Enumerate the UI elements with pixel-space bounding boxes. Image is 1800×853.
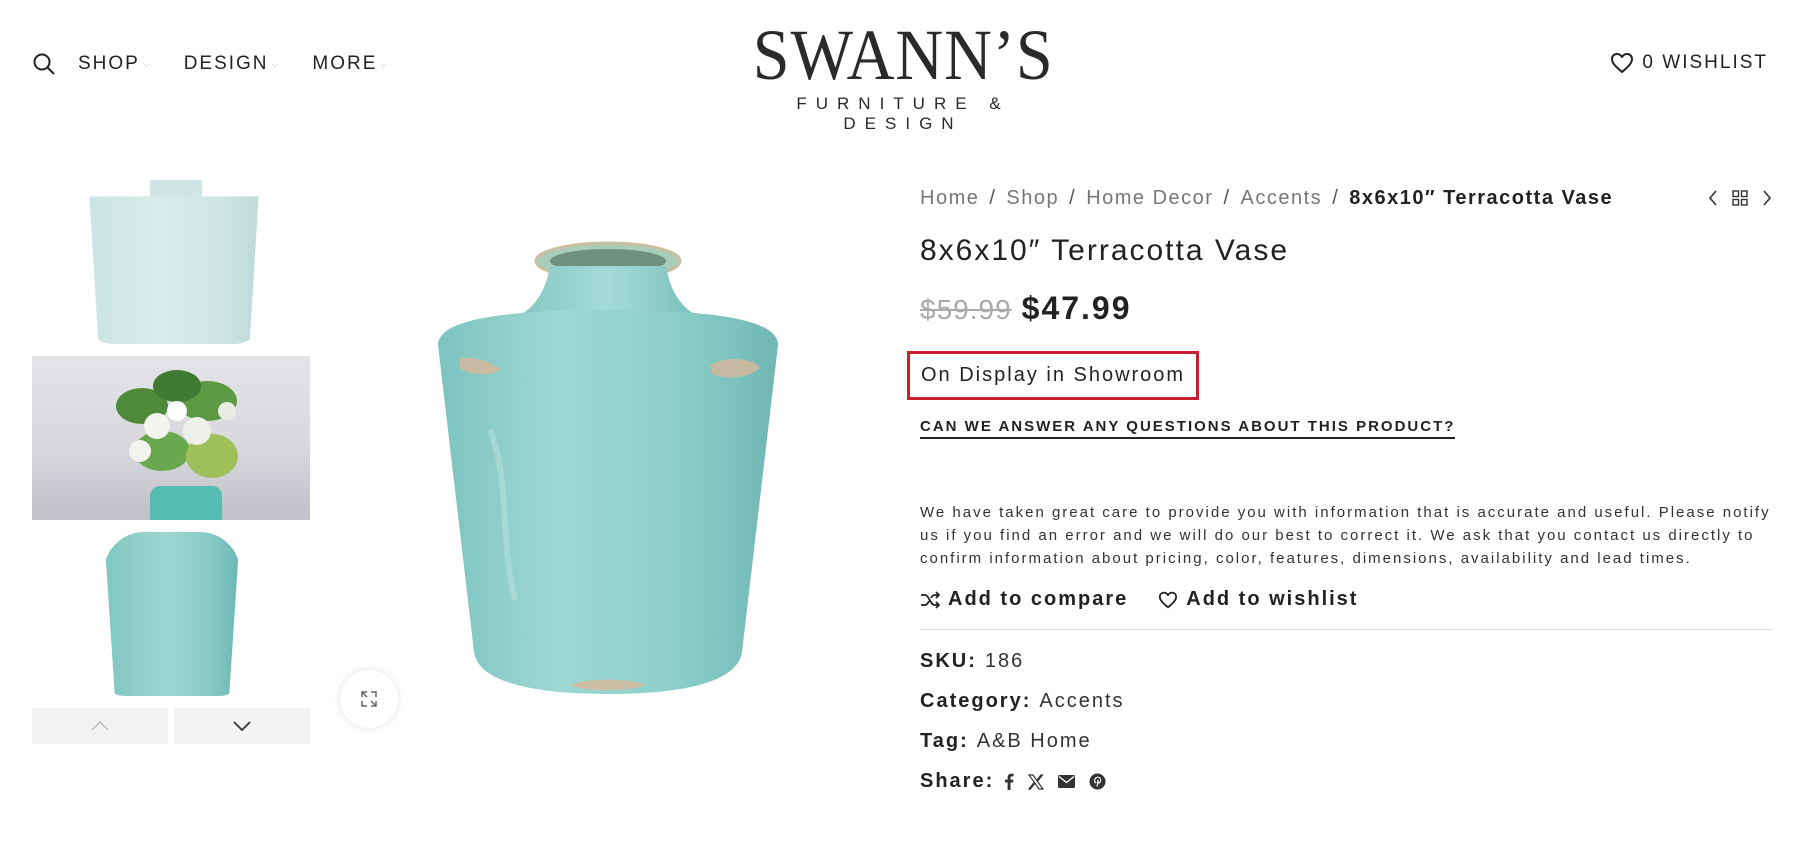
breadcrumb-accents[interactable]: Accents <box>1241 187 1323 210</box>
thumbnail-vase-dark[interactable] <box>32 532 310 696</box>
product-actions: Add to compare Add to wishlist <box>920 588 1772 630</box>
shuffle-icon <box>921 590 940 609</box>
logo-tagline: FURNITURE & DESIGN <box>796 94 1010 133</box>
main-nav: SHOP ⌵ DESIGN ⌵ MORE ⌵ <box>32 52 421 76</box>
breadcrumb-separator: / <box>1223 186 1231 209</box>
product-navigation <box>1708 190 1772 206</box>
breadcrumb-separator: / <box>1332 186 1340 209</box>
breadcrumb-current: 8x6x10″ Terracotta Vase <box>1349 186 1614 209</box>
chevron-left-icon <box>1708 190 1717 206</box>
availability-badge: On Display in Showroom <box>907 351 1200 400</box>
nav-design-label: DESIGN <box>183 53 269 74</box>
share-label: Share: <box>920 770 995 792</box>
site-logo[interactable]: SWANN’S FURNITURE & DESIGN <box>740 15 1060 134</box>
original-price: $59.99 <box>920 294 1012 325</box>
vase-image <box>438 241 778 694</box>
thumb-teal-vase <box>150 486 222 520</box>
sku-label: SKU: <box>920 650 977 672</box>
thumb-vase-body <box>104 532 240 696</box>
next-product-button[interactable] <box>1762 190 1772 206</box>
thumb-next-button[interactable] <box>174 708 310 744</box>
add-to-compare-button[interactable]: Add to compare <box>920 588 1128 611</box>
tag-row: Tag: A&B Home <box>920 730 1772 753</box>
tag-link[interactable]: A&B Home <box>977 730 1092 753</box>
product-meta: SKU: 186 Category: Accents Tag: A&B Home… <box>920 650 1772 793</box>
sku-value: 186 <box>984 650 1025 672</box>
category-row: Category: Accents <box>920 690 1772 713</box>
ask-question-link[interactable]: CAN WE ANSWER ANY QUESTIONS ABOUT THIS P… <box>920 418 1456 439</box>
breadcrumb-home[interactable]: Home <box>920 187 979 210</box>
add-to-wishlist-button[interactable]: Add to wishlist <box>1158 588 1358 611</box>
grid-icon <box>1732 190 1748 206</box>
chevron-up-icon <box>91 721 109 731</box>
breadcrumb-separator: / <box>1069 186 1077 209</box>
breadcrumb: Home / Shop / Home Decor / Accents / 8x6… <box>920 187 1613 210</box>
category-link[interactable]: Accents <box>1039 690 1124 713</box>
prev-product-button[interactable] <box>1708 190 1718 206</box>
thumbnail-nav <box>32 708 310 744</box>
breadcrumb-row: Home / Shop / Home Decor / Accents / 8x6… <box>920 180 1772 216</box>
share-row: Share: <box>920 770 1772 793</box>
add-to-wishlist-label: Add to wishlist <box>1186 588 1359 610</box>
facebook-icon[interactable] <box>1004 773 1014 790</box>
pinterest-icon[interactable] <box>1089 773 1106 790</box>
chevron-down-icon <box>233 721 251 731</box>
thumb-vase-body <box>89 196 259 344</box>
nav-more[interactable]: MORE ⌵ <box>312 53 387 75</box>
chevron-right-icon <box>1763 190 1772 206</box>
chevron-down-icon: ⌵ <box>142 58 150 69</box>
wishlist-count-label: 0 WISHLIST <box>1642 52 1768 73</box>
breadcrumb-home-decor[interactable]: Home Decor <box>1086 187 1213 210</box>
email-icon[interactable] <box>1058 775 1076 788</box>
breadcrumb-separator: / <box>989 186 997 209</box>
flower-arrangement-image <box>116 370 238 478</box>
product-price: $59.99 $47.99 <box>920 290 1772 327</box>
thumb-prev-button[interactable] <box>32 708 168 744</box>
header-wishlist-link[interactable]: 0 WISHLIST <box>1610 52 1768 74</box>
tag-label: Tag: <box>920 730 969 752</box>
expand-icon <box>361 691 377 707</box>
thumbnail-vase-light[interactable] <box>32 180 310 344</box>
product-disclaimer: We have taken great care to provide you … <box>920 504 1771 567</box>
chevron-down-icon: ⌵ <box>271 58 279 69</box>
back-to-products-button[interactable] <box>1732 190 1748 206</box>
product-title: 8x6x10″ Terracotta Vase <box>920 234 1290 267</box>
thumbnail-vase-flowers[interactable] <box>32 356 310 520</box>
chevron-down-icon: ⌵ <box>380 58 388 69</box>
share-icons <box>1004 773 1106 790</box>
nav-more-label: MORE <box>312 53 378 74</box>
sku-row: SKU: 186 <box>920 650 1772 673</box>
main-product-image[interactable] <box>340 180 880 720</box>
breadcrumb-shop[interactable]: Shop <box>1006 187 1059 210</box>
site-header: SHOP ⌵ DESIGN ⌵ MORE ⌵ SWANN’S FURNITURE & … <box>0 0 1800 133</box>
product-info: Home / Shop / Home Decor / Accents / 8x6… <box>907 180 1772 810</box>
add-to-compare-label: Add to compare <box>948 588 1129 610</box>
heart-icon <box>1159 591 1178 608</box>
heart-icon <box>1611 53 1634 73</box>
category-label: Category: <box>920 690 1032 712</box>
expand-image-button[interactable] <box>340 670 398 728</box>
logo-wordmark: SWANN’S <box>752 15 1054 95</box>
nav-design[interactable]: DESIGN ⌵ <box>184 53 279 75</box>
search-icon[interactable] <box>32 52 56 76</box>
sale-price: $47.99 <box>1021 290 1132 326</box>
nav-shop-label: SHOP <box>78 53 140 74</box>
nav-shop[interactable]: SHOP ⌵ <box>78 53 150 75</box>
thumbnail-gallery <box>32 180 310 744</box>
x-icon[interactable] <box>1028 773 1045 790</box>
